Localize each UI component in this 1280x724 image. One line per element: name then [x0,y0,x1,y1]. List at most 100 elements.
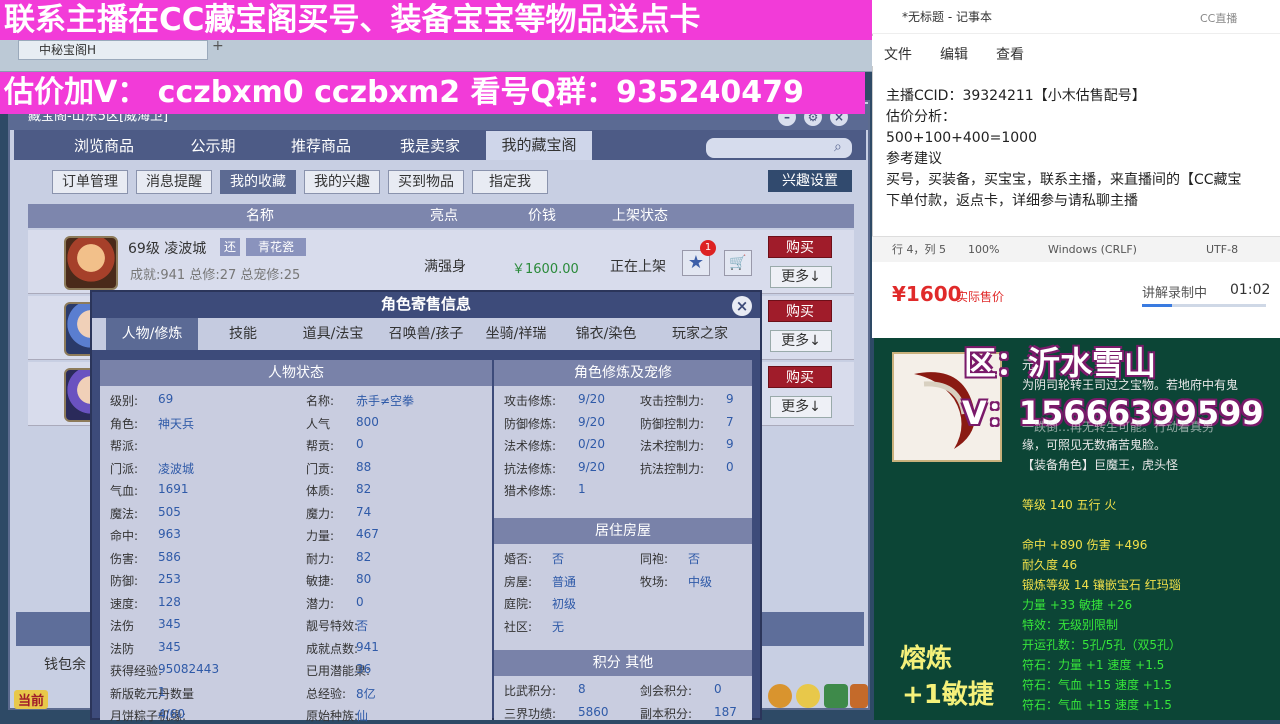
stat-value: 800 [356,414,379,429]
tab-browse[interactable]: 浏览商品 [60,132,148,160]
system-icon[interactable] [824,684,848,708]
tab-items[interactable]: 道具/法宝 [290,318,376,350]
stat-value: 80 [356,572,372,586]
stat-value: 963 [158,527,181,541]
tab-pets[interactable]: 召唤兽/孩子 [380,318,472,350]
stat-value: 7 [726,414,734,429]
smile-icon[interactable] [796,684,820,708]
tab-character[interactable]: 人物/修炼 [106,318,198,350]
stat-label: 门派: [110,461,139,476]
tab-public[interactable]: 公示期 [170,132,256,160]
melt-value: +1敏捷 [902,680,994,710]
interest-settings-button[interactable]: 兴趣设置 [768,170,852,192]
item-desc: 一跌倒…再无转生可能。行动着真另 [1022,420,1215,434]
stat-value: 0 [356,594,364,609]
stat-value: 0 [714,682,722,696]
stat-value: 否 [688,552,701,566]
stat-label: 靓号特效: [306,619,359,633]
menu-file[interactable]: 文件 [884,44,912,64]
notepad-line: 估价分析： [886,109,956,125]
stat-label: 新版乾元丹数量 [110,686,195,701]
stat-label: 速度: [110,596,139,611]
row-level-school: 69级 凌波城 [128,241,207,257]
status-encoding: UTF-8 [1206,243,1239,256]
search-icon[interactable]: ⌕ [834,139,842,155]
notepad-text-area[interactable]: 主播CCID：39324211【小木估售配号】 估价分析： 500+100+40… [886,86,1276,212]
stat-value: 95082443 [158,662,220,676]
buy-button[interactable]: 购买 [768,236,832,258]
tab-home[interactable]: 玩家之家 [660,318,740,350]
search-input[interactable] [706,138,852,158]
stat-value: 9 [726,392,734,406]
menu-view[interactable]: 查看 [996,44,1024,64]
stat-label: 副本积分: [640,706,693,721]
sale-price-note: 实际售价 [956,290,1005,304]
stat-value: 9/20 [578,392,605,406]
stat-label: 名称: [306,394,335,408]
buy-button[interactable]: 购买 [768,300,832,322]
buy-button[interactable]: 购买 [768,366,832,388]
browser-tab[interactable]: 中秘宝阁H [18,40,208,60]
record-label: 讲解录制中 [1142,286,1208,301]
row-status: 正在上架 [610,259,666,275]
score-header: 积分 其他 [494,650,752,676]
bag-icon[interactable] [850,684,868,708]
menu-edit[interactable]: 编辑 [940,44,968,64]
stat-value: 586 [158,549,181,564]
item-forge: 锻炼等级 14 镶嵌宝石 红玛瑙 [1022,578,1181,592]
bought-items-button[interactable]: 买到物品 [388,170,464,194]
col-highlight: 亮点 [430,208,458,224]
stat-label: 社区: [504,619,533,634]
messages-button[interactable]: 消息提醒 [136,170,212,194]
col-status: 上架状态 [612,208,668,224]
stat-value: 36 [356,662,372,676]
tab-recommend[interactable]: 推荐商品 [278,132,364,160]
return-tag: 还 [220,238,240,256]
item-rune: 符石：力量 +1 速度 +1.5 [1022,658,1165,672]
my-interests-button[interactable]: 我的兴趣 [304,170,380,194]
stat-value: 8 [578,682,586,696]
tab-mounts[interactable]: 坐骑/祥瑞 [476,318,556,350]
col-name: 名称 [246,208,274,224]
stat-label: 伤害: [110,551,139,566]
stat-label: 魔力: [306,506,335,521]
stat-value: 仙 [356,709,369,723]
stat-label: 气血: [110,484,139,498]
modal-close-icon[interactable]: × [732,296,752,316]
tab-seller[interactable]: 我是卖家 [386,132,474,160]
game-toolbar-icons[interactable] [766,680,870,714]
new-tab-button[interactable]: + [212,38,224,54]
stat-value: 8亿 [356,686,376,701]
tab-skills[interactable]: 技能 [214,318,272,350]
panel-header: 角色修炼及宠修 [494,360,752,386]
stat-value: 4/60 [158,707,185,721]
stat-label: 法术控制力: [640,439,705,453]
stat-value: 941 [356,639,379,654]
stat-label: 同袍: [640,552,669,566]
favorites-button[interactable]: 我的收藏 [220,170,296,194]
notepad-line: 下单付款，返点卡，详细参与请私聊主播 [886,193,1138,209]
designated-me-button[interactable]: 指定我 [472,170,548,194]
more-button[interactable]: 更多↓ [770,396,832,418]
stat-value: 253 [158,572,181,586]
tab-my-cbg[interactable]: 我的藏宝阁 [486,131,592,160]
more-button[interactable]: 更多↓ [770,266,832,288]
stat-label: 力量: [306,529,335,543]
item-hit-dmg: 命中 +890 伤害 +496 [1022,538,1148,552]
tab-costume[interactable]: 锦衣/染色 [566,318,646,350]
notepad-line: 500+100+400=1000 [886,130,1037,146]
stat-label: 法伤 [110,619,135,633]
more-button[interactable]: 更多↓ [770,330,832,352]
stat-value: 74 [356,504,372,519]
stat-label: 原始种族: [306,709,359,723]
qinghuaci-tag: 青花瓷 [246,238,306,256]
record-time: 01:02 [1230,282,1271,298]
stat-label: 婚否: [504,552,533,566]
face-icon[interactable] [768,684,792,708]
item-holes: 开运孔数：5孔/5孔（双5孔） [1022,638,1181,652]
cart-icon[interactable]: 🛒 [724,250,752,276]
orders-button[interactable]: 订单管理 [52,170,128,194]
stat-value: 82 [356,482,372,496]
notification-badge: 1 [700,240,716,256]
stat-value: 1 [578,482,586,496]
